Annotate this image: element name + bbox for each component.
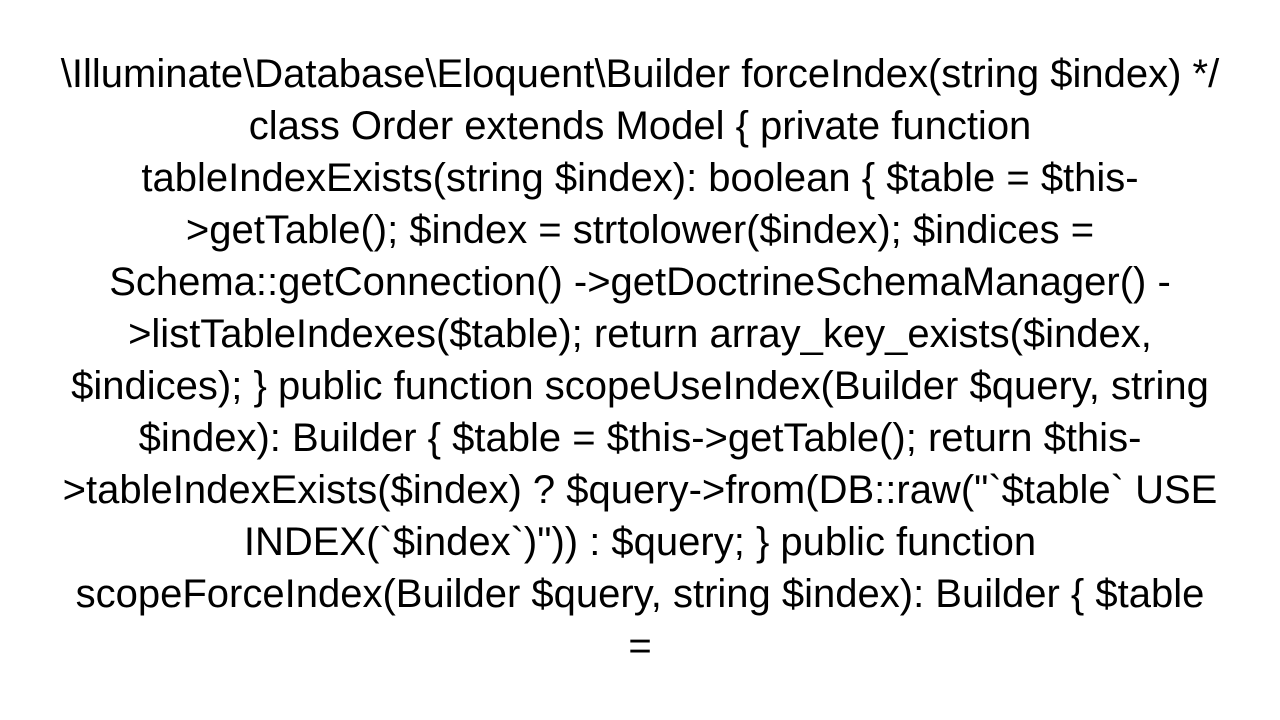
- code-text-block: \Illuminate\Database\Eloquent\Builder fo…: [60, 48, 1220, 672]
